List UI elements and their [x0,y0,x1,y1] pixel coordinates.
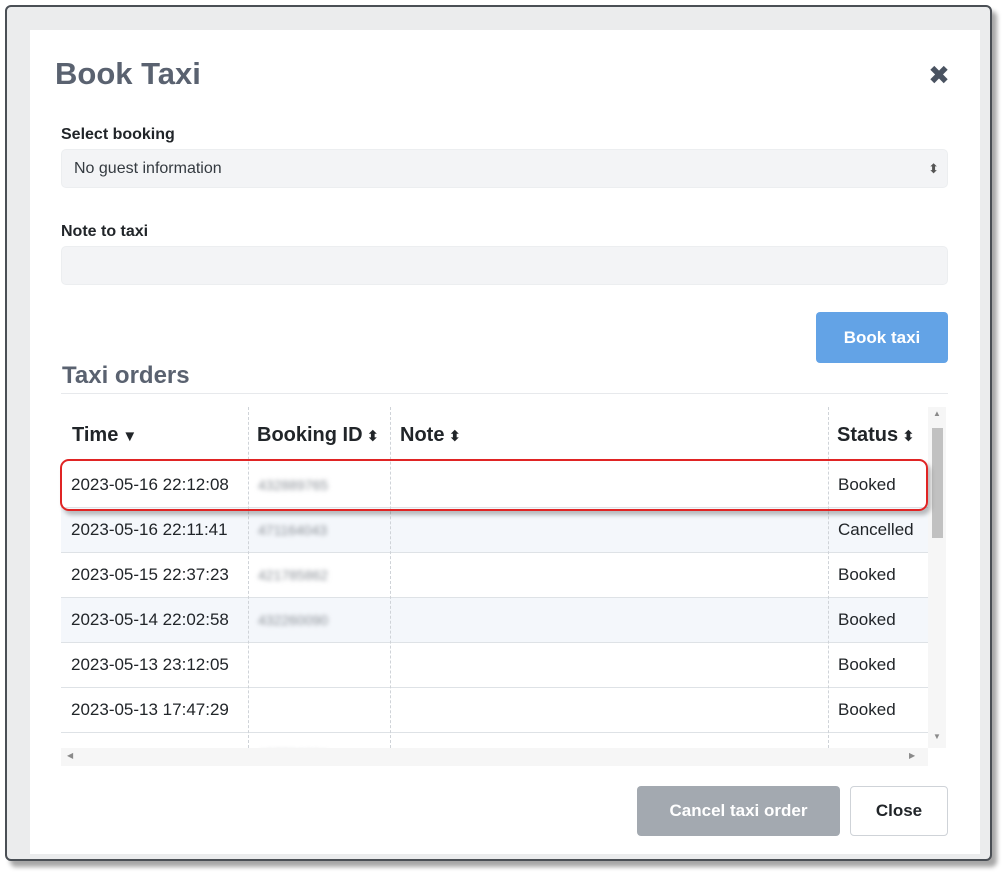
cell-booking-id [248,688,390,732]
dialog-title: Book Taxi [55,56,201,91]
horizontal-scrollbar[interactable]: ◀ ▶ [61,748,928,766]
close-icon[interactable]: ✖ [924,60,954,90]
note-to-taxi-input[interactable] [61,246,948,285]
column-header-note[interactable]: Note ⬍ [390,407,828,463]
cell-status: Booked [838,655,896,674]
select-arrows-icon: ⬍ [928,161,939,176]
column-header-time[interactable]: Time ▼ [61,407,248,463]
column-divider [390,407,391,748]
book-taxi-dialog: Book Taxi ✖ Select booking No guest info… [30,30,980,854]
sort-both-icon: ⬍ [366,428,380,445]
cell-note [390,643,828,687]
vertical-scroll-thumb[interactable] [932,428,943,538]
note-to-taxi-label: Note to taxi [61,223,149,240]
cell-status: Booked [838,700,896,719]
sort-both-icon: ⬍ [902,428,915,445]
scroll-down-icon[interactable]: ▼ [928,732,946,741]
taxi-orders-title: Taxi orders [62,362,190,389]
cell-time: 2023-05-14 22:02:58 [71,610,229,629]
cell-time: 2023-05-13 23:12:05 [71,655,229,674]
table-header: Time ▼ Booking ID ⬍ Note ⬍ Status ⬍ [61,407,928,463]
column-divider [828,407,829,748]
column-divider [248,407,249,748]
cell-status: Booked [838,475,896,494]
cell-booking-id: 432889765 [258,477,329,493]
cell-booking-id: 471164043 [258,522,328,538]
table-row[interactable]: 2023-05-13 17:47:29 Booked [61,688,928,733]
select-booking-label: Select booking [61,126,175,143]
cancel-taxi-order-button[interactable]: Cancel taxi order [637,786,840,836]
taxi-orders-table: Time ▼ Booking ID ⬍ Note ⬍ Status ⬍ 2023-05-… [61,407,946,767]
cell-booking-id: 421785862 [258,567,329,583]
cell-time: 2023-05-16 22:12:08 [71,475,229,494]
table-row[interactable]: 2023-05-15 22:37:23 421785862 Booked [61,553,928,598]
cell-time: 2023-05-15 22:37:23 [71,565,229,584]
booking-select[interactable]: No guest information ⬍ [61,149,948,188]
cell-status: Booked [838,610,896,629]
vertical-scrollbar[interactable]: ▲ ▼ [928,407,946,748]
sort-both-icon: ⬍ [448,428,462,445]
cell-note [390,463,828,507]
modal-frame: Book Taxi ✖ Select booking No guest info… [5,5,992,861]
column-header-booking-id[interactable]: Booking ID ⬍ [248,407,390,463]
cell-booking-id [248,643,390,687]
booking-select-value: No guest information [74,160,222,177]
scroll-up-icon[interactable]: ▲ [928,409,946,418]
cell-note [390,598,828,642]
table-row[interactable]: 2023-05-14 22:02:58 432260090 Booked [61,598,928,643]
table-row[interactable]: 2023-05-13 23:12:05 Booked [61,643,928,688]
cell-note [390,688,828,732]
sort-desc-icon: ▼ [122,428,138,445]
section-divider [61,393,948,394]
cell-note [390,553,828,597]
cell-time: 2023-05-13 17:47:29 [71,700,229,719]
book-taxi-button[interactable]: Book taxi [816,312,948,363]
cell-booking-id: 432260090 [258,612,329,628]
scroll-right-icon[interactable]: ▶ [909,751,915,760]
table-row[interactable]: 2023-05-16 22:12:08 432889765 Booked [61,463,928,508]
close-button[interactable]: Close [850,786,948,836]
cell-status: Cancelled [838,520,914,539]
cell-status: Booked [838,565,896,584]
scroll-left-icon[interactable]: ◀ [67,751,73,760]
cell-note [390,508,828,552]
cell-time: 2023-05-16 22:11:41 [71,520,228,539]
table-row[interactable]: 2023-05-16 22:11:41 471164043 Cancelled [61,508,928,553]
column-header-status[interactable]: Status ⬍ [828,407,928,463]
